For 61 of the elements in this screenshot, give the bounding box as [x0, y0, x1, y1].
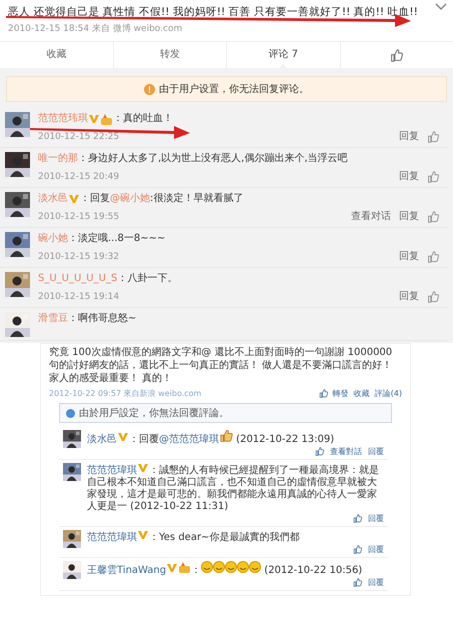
- thumbs-up-icon[interactable]: [427, 291, 439, 303]
- post-action[interactable]: 轉發: [332, 388, 349, 399]
- notice-text: 由于用户设置，你无法回复评论。: [159, 82, 309, 96]
- thumbs-up-icon[interactable]: [353, 514, 362, 523]
- post-meta: 2010-12-15 18:54 来自 微博 weibo.com: [8, 22, 184, 35]
- comment-action[interactable]: 回覆: [368, 544, 384, 555]
- post-meta: 2012-10-22 09:57 來自新浪 weibo.com: [49, 388, 202, 399]
- thumbs-up-icon[interactable]: [353, 545, 362, 554]
- comment-action[interactable]: 回复: [399, 170, 419, 184]
- smiley-icon: [249, 561, 262, 573]
- warning-icon: [144, 84, 155, 94]
- comment-action[interactable]: 回复: [399, 290, 419, 304]
- comment-action[interactable]: 回覆: [368, 446, 384, 457]
- comment-action[interactable]: 回覆: [368, 577, 384, 588]
- thumbs-up-icon[interactable]: [427, 131, 439, 143]
- smiley-icon: [225, 561, 238, 573]
- comment-text: :很淡定！早就看腻了: [150, 192, 244, 206]
- comment-text: ：啊伟哥息怒~: [68, 312, 136, 326]
- info-icon: [66, 408, 75, 418]
- post-text: 究竟 100次虛情假意的網路文字和@ 還比不上面對面時的一句謝謝 1000000句的討好網友的話，還比不上一句真正的實話！ 做人還是不要滿口謊言的好！家人的感受最重要！ 真的！: [49, 346, 394, 385]
- comment-time: 2010-12-15 22:25: [38, 131, 120, 144]
- comment-text: ：八卦一下。: [117, 272, 178, 286]
- smiley-icon: [237, 561, 250, 573]
- thumbs-up-icon[interactable]: [353, 578, 362, 587]
- thumbs-up-icon[interactable]: [427, 211, 439, 223]
- comment-action[interactable]: 回复: [399, 210, 419, 224]
- comment-action[interactable]: 查看对话: [351, 210, 391, 224]
- comment-text: ：身边好人太多了,以为世上没有恶人,偶尔蹦出来个,当浮云吧: [78, 152, 348, 166]
- comment-text: 范范范瑋琪 ：誠懇的人有時候已經提醒到了一種最高境界：就是自己根本不知道自己滿口謊言，也不知道自己的虛情假意早就被大家發現，這才是最可悲的。願我們都能永遠用真誠的心待人一愛家人更是一 (2012-10-22 11:31): [87, 463, 380, 513]
- smiley-icon: [213, 561, 226, 573]
- user-name[interactable]: 范范范瑋琪: [87, 532, 137, 543]
- post-action[interactable]: 收藏: [354, 388, 370, 399]
- comment-time: 2010-12-15 19:55: [38, 211, 120, 224]
- thumbs-up-sticker-icon: [219, 430, 233, 442]
- thumbs-up-icon[interactable]: [390, 48, 404, 62]
- comment-action[interactable]: 回复: [399, 130, 419, 144]
- post-action[interactable]: 評論(4): [374, 388, 402, 399]
- chevron-down-icon[interactable]: [435, 3, 447, 11]
- comment-action[interactable]: 查看對話: [330, 446, 362, 457]
- thumbs-up-icon[interactable]: [318, 389, 328, 398]
- comment-text: ：淡定哦...8一8~~~: [68, 232, 166, 246]
- comment-text: 淡水邑 ：回覆@范范范瑋琪 (2012-10-22 13:09): [87, 430, 384, 446]
- thumbs-up-icon[interactable]: [427, 251, 439, 263]
- comment-text: 王馨雲TinaWang ： (2012-10-22 10:56): [87, 561, 384, 577]
- comment-text: 范范范瑋琪 ：Yes dear~你是最誠實的我們都: [87, 530, 300, 544]
- comment-time: 2010-12-15 19:14: [38, 291, 120, 304]
- comment-action[interactable]: 回覆: [368, 513, 384, 524]
- post-text: 恶人 还觉得自己是 真性情 不假!! 我的妈呀!! 百善 只有要一善就好了!! 真的!! 吐血!!: [8, 5, 418, 20]
- thumbs-up-icon[interactable]: [427, 171, 439, 183]
- comment-text: ：真的吐血！: [113, 112, 173, 126]
- user-name[interactable]: 范范范瑋琪: [87, 465, 137, 476]
- comment-text: ：回复: [80, 192, 110, 206]
- comment-time: 2010-12-15 20:49: [38, 171, 120, 184]
- comment-action[interactable]: 回复: [399, 250, 419, 264]
- smiley-icon: [201, 561, 214, 573]
- user-name[interactable]: 王馨雲TinaWang: [87, 565, 166, 576]
- notice-text: 由於用戶設定，你無法回覆評論。: [79, 406, 229, 420]
- thumbs-up-icon[interactable]: [315, 447, 324, 456]
- mention-link[interactable]: @范范范瑋琪: [159, 434, 219, 445]
- comment-time: 2010-12-15 19:32: [38, 251, 120, 264]
- user-name[interactable]: 淡水邑: [87, 434, 117, 445]
